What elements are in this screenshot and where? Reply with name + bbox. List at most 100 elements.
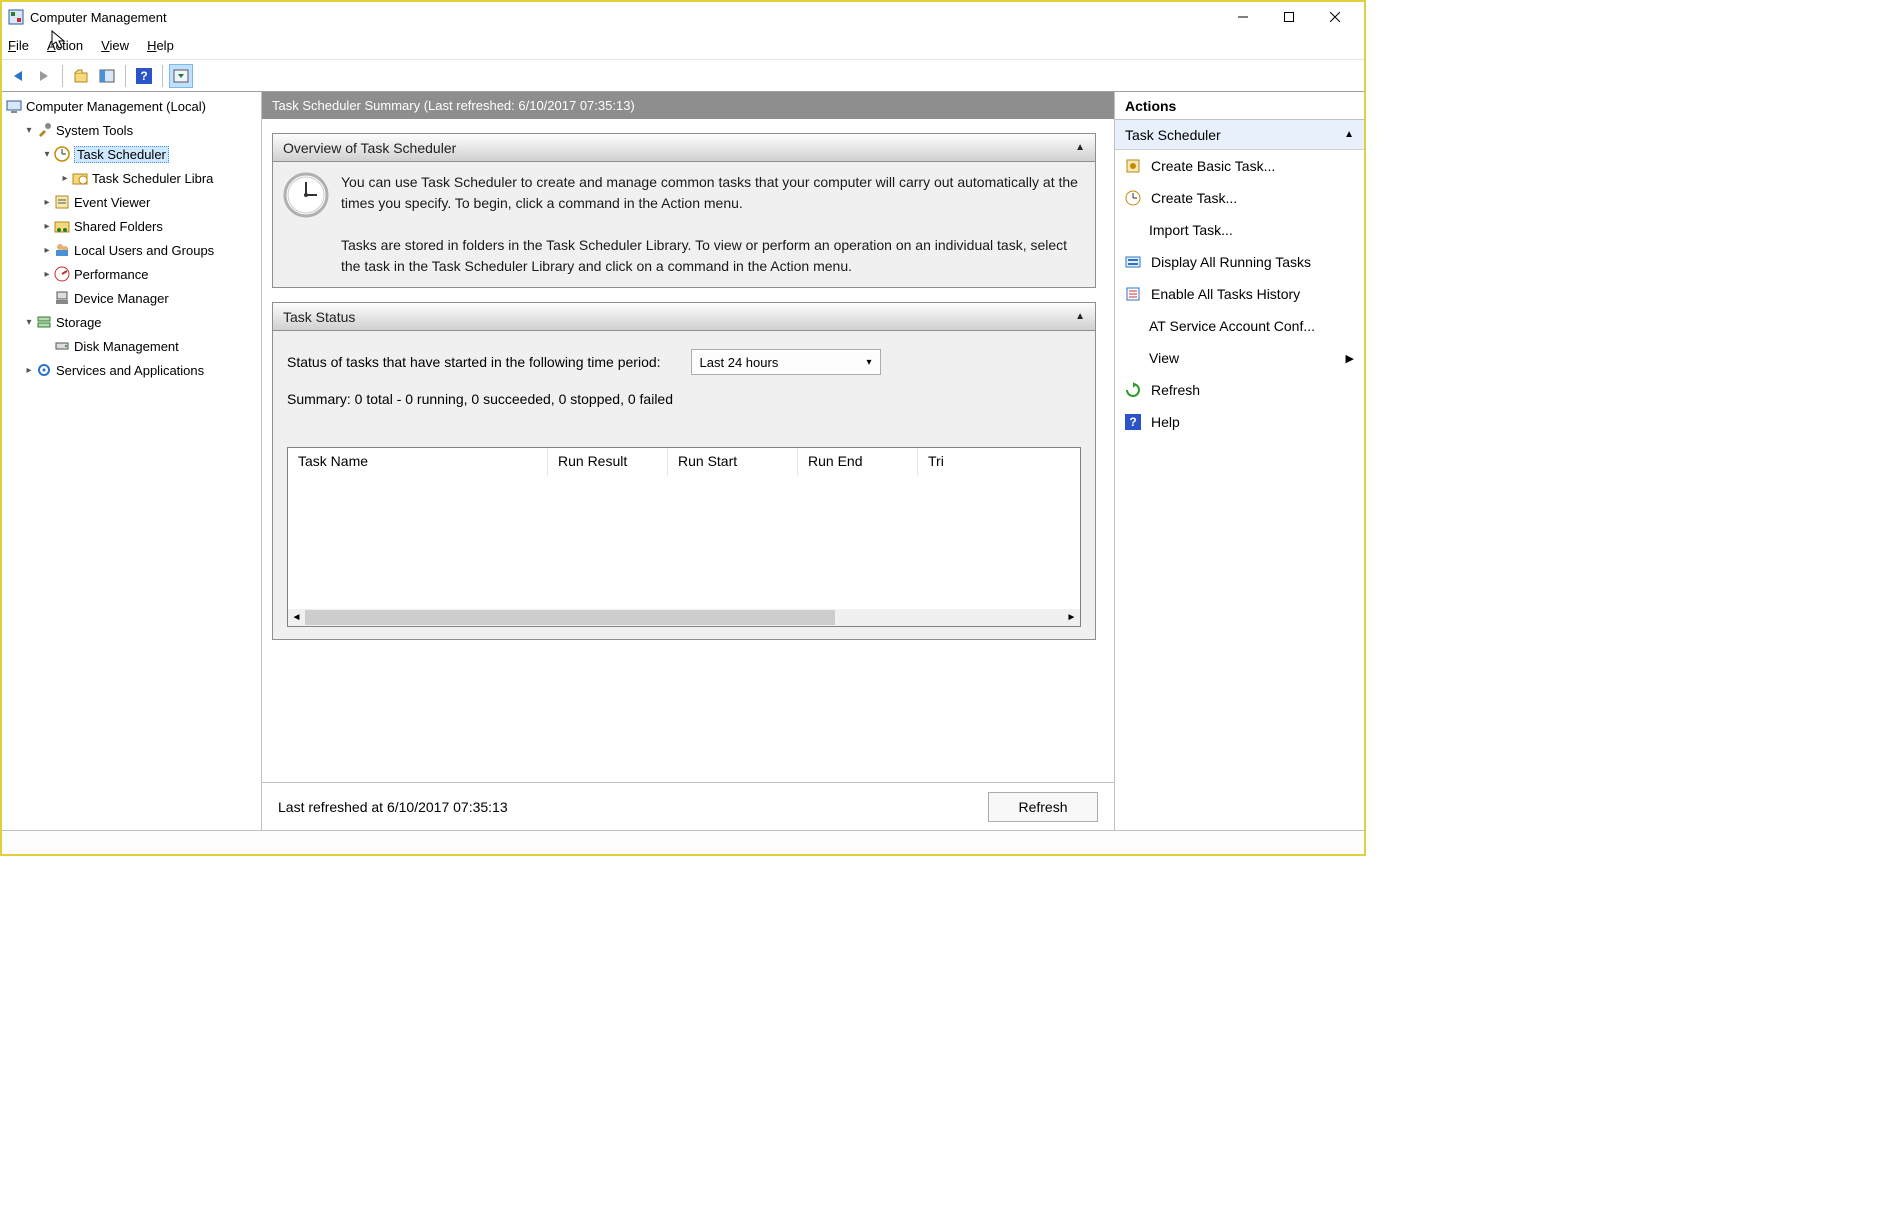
storage-icon	[36, 314, 52, 330]
task-table-body	[288, 476, 1080, 609]
summary-line: Summary: 0 total - 0 running, 0 succeede…	[287, 391, 1081, 407]
window-frame: Computer Management File Action View Hel…	[0, 0, 1366, 856]
expand-icon[interactable]: ▸	[40, 197, 54, 208]
forward-button[interactable]	[32, 64, 56, 88]
clock-large-icon	[283, 172, 329, 218]
tree-storage[interactable]: ▾ Storage	[2, 310, 261, 334]
window-title: Computer Management	[30, 10, 167, 25]
actions-subhead[interactable]: Task Scheduler ▲	[1115, 120, 1364, 150]
tree-task-scheduler[interactable]: ▾ Task Scheduler	[2, 142, 261, 166]
refresh-icon	[1125, 382, 1141, 398]
tree-disk-management[interactable]: ▸ Disk Management	[2, 334, 261, 358]
tree-local-users[interactable]: ▸ Local Users and Groups	[2, 238, 261, 262]
expand-icon[interactable]: ▸	[40, 245, 54, 256]
event-icon	[54, 194, 70, 210]
folder-clock-icon	[72, 170, 88, 186]
titlebar: Computer Management	[2, 2, 1364, 32]
toolbar-separator	[125, 65, 126, 87]
help-icon: ?	[1125, 414, 1141, 430]
collapse-up-icon[interactable]: ▲	[1075, 142, 1085, 153]
svg-text:?: ?	[140, 69, 147, 83]
tree-services-apps[interactable]: ▸ Services and Applications	[2, 358, 261, 382]
col-triggered[interactable]: Tri	[918, 448, 1080, 476]
maximize-button[interactable]	[1266, 2, 1312, 32]
action-view[interactable]: View ▶	[1115, 342, 1364, 374]
performance-icon	[54, 266, 70, 282]
tree-device-manager[interactable]: ▸ Device Manager	[2, 286, 261, 310]
scroll-right-icon[interactable]: ►	[1063, 612, 1080, 623]
col-task-name[interactable]: Task Name	[288, 448, 548, 476]
wizard-icon	[1125, 158, 1141, 174]
actions-title: Actions	[1115, 92, 1364, 120]
task-status-header[interactable]: Task Status ▲	[273, 303, 1095, 331]
submenu-arrow-icon: ▶	[1346, 352, 1354, 365]
tree-system-tools[interactable]: ▾ System Tools	[2, 118, 261, 142]
action-help[interactable]: ? Help	[1115, 406, 1364, 438]
action-refresh[interactable]: Refresh	[1115, 374, 1364, 406]
task-status-panel: Task Status ▲ Status of tasks that have …	[272, 302, 1096, 640]
expand-icon[interactable]: ▸	[58, 173, 72, 184]
close-button[interactable]	[1312, 2, 1358, 32]
summary-header: Task Scheduler Summary (Last refreshed: …	[262, 92, 1114, 119]
last-refreshed-text: Last refreshed at 6/10/2017 07:35:13	[278, 799, 508, 815]
collapse-icon[interactable]: ▾	[22, 125, 36, 136]
menu-help[interactable]: Help	[147, 38, 174, 53]
center-body[interactable]: Overview of Task Scheduler ▲ You can use…	[262, 119, 1114, 782]
expand-icon[interactable]: ▸	[22, 365, 36, 376]
col-run-start[interactable]: Run Start	[668, 448, 798, 476]
menu-action[interactable]: Action	[47, 38, 83, 53]
center-footer: Last refreshed at 6/10/2017 07:35:13 Ref…	[262, 782, 1114, 830]
collapse-icon[interactable]: ▾	[40, 149, 54, 160]
minimize-button[interactable]	[1220, 2, 1266, 32]
task-table[interactable]: Task Name Run Result Run Start Run End T…	[287, 447, 1081, 627]
expand-icon[interactable]: ▸	[40, 221, 54, 232]
disk-icon	[54, 338, 70, 354]
chevron-down-icon: ▾	[867, 357, 872, 368]
overview-panel: Overview of Task Scheduler ▲ You can use…	[272, 133, 1096, 288]
action-enable-history[interactable]: Enable All Tasks History	[1115, 278, 1364, 310]
scroll-left-icon[interactable]: ◄	[288, 612, 305, 623]
menu-file[interactable]: File	[8, 38, 29, 53]
actions-pane: Actions Task Scheduler ▲ Create Basic Ta…	[1114, 92, 1364, 830]
tree-ts-library[interactable]: ▸ Task Scheduler Libra	[2, 166, 261, 190]
status-strip	[2, 830, 1364, 854]
toolbar-separator	[62, 65, 63, 87]
refresh-button[interactable]: Refresh	[988, 792, 1098, 822]
properties-button[interactable]	[169, 64, 193, 88]
tree-event-viewer[interactable]: ▸ Event Viewer	[2, 190, 261, 214]
action-create-task[interactable]: Create Task...	[1115, 182, 1364, 214]
overview-panel-header[interactable]: Overview of Task Scheduler ▲	[273, 134, 1095, 162]
action-import-task[interactable]: Import Task...	[1115, 214, 1364, 246]
back-button[interactable]	[6, 64, 30, 88]
menu-view[interactable]: View	[101, 38, 129, 53]
device-icon	[54, 290, 70, 306]
status-label: Status of tasks that have started in the…	[287, 354, 661, 370]
action-at-service[interactable]: AT Service Account Conf...	[1115, 310, 1364, 342]
horizontal-scrollbar[interactable]: ◄ ►	[288, 609, 1080, 626]
navigation-tree[interactable]: Computer Management (Local) ▾ System Too…	[2, 92, 262, 830]
action-display-running[interactable]: Display All Running Tasks	[1115, 246, 1364, 278]
scroll-thumb[interactable]	[305, 610, 835, 625]
collapse-up-icon[interactable]: ▲	[1075, 311, 1085, 322]
col-run-result[interactable]: Run Result	[548, 448, 668, 476]
computer-icon	[6, 98, 22, 114]
tree-shared-folders[interactable]: ▸ Shared Folders	[2, 214, 261, 238]
show-hide-tree-button[interactable]	[95, 64, 119, 88]
users-icon	[54, 242, 70, 258]
time-period-combo[interactable]: Last 24 hours ▾	[691, 349, 881, 375]
action-create-basic-task[interactable]: Create Basic Task...	[1115, 150, 1364, 182]
running-tasks-icon	[1125, 254, 1141, 270]
menubar: File Action View Help	[2, 32, 1364, 60]
help-button[interactable]: ?	[132, 64, 156, 88]
tree-performance[interactable]: ▸ Performance	[2, 262, 261, 286]
col-run-end[interactable]: Run End	[798, 448, 918, 476]
expand-icon[interactable]: ▸	[40, 269, 54, 280]
svg-text:?: ?	[1129, 415, 1136, 429]
collapse-icon[interactable]: ▾	[22, 317, 36, 328]
tree-root[interactable]: Computer Management (Local)	[2, 94, 261, 118]
new-task-icon	[1125, 190, 1141, 206]
collapse-up-icon[interactable]: ▲	[1344, 129, 1354, 140]
task-status-title: Task Status	[283, 309, 355, 325]
services-icon	[36, 362, 52, 378]
up-one-level-button[interactable]	[69, 64, 93, 88]
